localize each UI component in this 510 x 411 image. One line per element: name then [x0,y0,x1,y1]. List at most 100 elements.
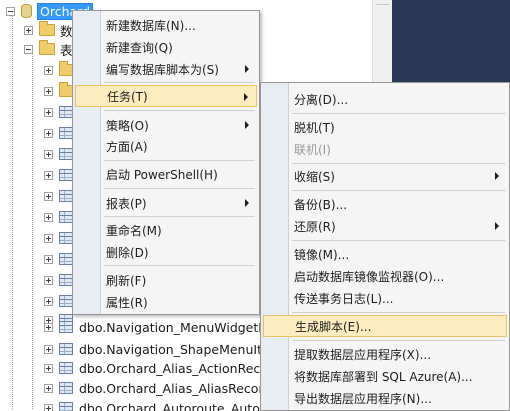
folder-icon [39,40,55,55]
expand-icon[interactable] [44,322,53,332]
menu-item-script-database-as[interactable]: 编写数据库脚本为(S) [75,58,257,80]
tree-label[interactable]: 数 [60,21,73,40]
tree-guide-line [12,14,13,409]
menu-item-policies[interactable]: 策略(O) [75,114,257,136]
context-menu: 新建数据库(N)... 新建查询(Q) 编写数据库脚本为(S) 任务(T) 策略… [72,10,260,315]
expand-icon[interactable] [44,233,53,243]
menu-item-new-query[interactable]: 新建查询(Q) [75,36,257,58]
menu-item-label: 任务(T) [107,89,148,104]
submenu-arrow-icon [245,121,249,129]
menu-separator [292,113,505,114]
table-name[interactable]: dbo.Navigation_MenuWidgetPa [79,320,273,335]
collapse-icon[interactable] [6,6,15,16]
menu-item-label: 重命名(M) [106,223,162,238]
table-icon [59,148,73,160]
menu-item-restore[interactable]: 还原(R) [263,215,507,237]
menu-item-label: 脱机(T) [294,120,335,135]
table-icon [59,402,73,411]
menu-separator [292,340,505,341]
expand-icon[interactable] [44,107,53,117]
tree-node-tables[interactable]: 表 [24,38,73,60]
menu-item-label: 将数据库部署到 SQL Azure(A)... [294,369,473,384]
menu-item-backup[interactable]: 备份(B)... [263,193,507,215]
menu-item-deploy-to-sql-azure[interactable]: 将数据库部署到 SQL Azure(A)... [263,365,507,387]
menu-item-launch-mirroring-monitor[interactable]: 启动数据库镜像监视器(O)... [263,265,507,287]
menu-item-new-database[interactable]: 新建数据库(N)... [75,14,257,36]
menu-separator [104,188,255,189]
expand-icon[interactable] [44,170,53,180]
menu-item-label: 提取数据层应用程序(X)... [294,347,432,362]
tasks-submenu: 分离(D)... 脱机(T) 联机(I) 收缩(S) 备份(B)... 还原(R… [260,82,510,411]
expand-icon[interactable] [44,128,53,138]
tree-label[interactable]: 表 [60,40,73,59]
menu-separator [292,190,505,191]
table-name[interactable]: dbo.Orchard_Alias_ActionReco [79,361,268,376]
menu-item-refresh[interactable]: 刷新(F) [75,269,257,291]
collapse-icon[interactable] [24,44,33,54]
menu-item-take-offline[interactable]: 脱机(T) [263,116,507,138]
expand-icon[interactable] [44,275,53,285]
menu-item-generate-scripts[interactable]: 生成脚本(E)... [263,315,507,337]
expand-icon[interactable] [44,86,53,96]
table-row[interactable]: dbo.Navigation_MenuWidgetPa [44,316,273,338]
table-row[interactable]: dbo.Orchard_Alias_ActionReco [44,357,268,379]
table-icon [59,106,73,118]
menu-separator [104,82,255,83]
menu-item-detach[interactable]: 分离(D)... [263,88,507,110]
expand-icon[interactable] [44,149,53,159]
table-icon [59,232,73,244]
expand-icon[interactable] [44,403,53,411]
expand-icon[interactable] [44,65,53,75]
menu-item-label: 备份(B)... [294,197,348,212]
menu-item-ship-transaction-logs[interactable]: 传送事务日志(L)... [263,287,507,309]
menu-item-label: 生成脚本(E)... [295,319,372,334]
table-icon [59,343,73,355]
database-icon [21,4,32,18]
tree-guide-line [32,52,33,409]
menu-separator [292,312,505,313]
table-icon [59,295,73,307]
submenu-arrow-icon [245,199,249,207]
expand-icon[interactable] [44,212,53,222]
menu-item-label: 启动 PowerShell(H) [106,167,218,182]
menu-item-start-powershell[interactable]: 启动 PowerShell(H) [75,163,257,185]
menu-item-shrink[interactable]: 收缩(S) [263,165,507,187]
menu-item-label: 新建查询(Q) [106,40,173,55]
menu-item-label: 编写数据库脚本为(S) [106,62,219,77]
table-icon [59,190,73,202]
menu-item-label: 新建数据库(N)... [106,18,196,33]
menu-item-label: 刷新(F) [106,273,147,288]
expand-icon[interactable] [44,296,53,306]
menu-item-label: 镜像(M)... [294,247,350,262]
expand-icon[interactable] [44,344,53,354]
menu-item-label: 报表(P) [106,196,147,211]
table-row[interactable]: dbo.Orchard_Autoroute_Autoro [44,397,272,411]
expand-icon[interactable] [44,383,53,393]
menu-item-label: 联机(I) [294,142,331,157]
submenu-arrow-icon [495,172,499,180]
table-row[interactable]: dbo.Orchard_Alias_AliasRecord [44,377,271,399]
menu-item-reports[interactable]: 报表(P) [75,192,257,214]
menu-separator [104,265,255,266]
menu-item-extract-data-tier-app[interactable]: 提取数据层应用程序(X)... [263,343,507,365]
table-name[interactable]: dbo.Orchard_Autoroute_Autoro [79,401,272,411]
expand-icon[interactable] [44,191,53,201]
table-name[interactable]: dbo.Navigation_ShapeMenuIte [79,342,270,357]
menu-item-mirror[interactable]: 镜像(M)... [263,243,507,265]
table-icon [59,382,73,394]
expand-icon[interactable] [44,254,53,264]
menu-item-bring-online[interactable]: 联机(I) [263,138,507,160]
scrollbar-thumb[interactable] [376,4,389,10]
menu-item-export-data-tier-app[interactable]: 导出数据层应用程序(N)... [263,387,507,409]
menu-item-tasks[interactable]: 任务(T) [75,85,257,107]
menu-item-properties[interactable]: 属性(R) [75,291,257,313]
expand-icon[interactable] [24,25,33,35]
menu-item-facets[interactable]: 方面(A) [75,135,257,157]
menu-item-label: 启动数据库镜像监视器(O)... [294,269,445,284]
menu-item-label: 分离(D)... [294,92,349,107]
menu-separator [104,160,255,161]
menu-item-delete[interactable]: 删除(D) [75,241,257,263]
menu-item-rename[interactable]: 重命名(M) [75,219,257,241]
expand-icon[interactable] [44,363,53,373]
table-name[interactable]: dbo.Orchard_Alias_AliasRecord [79,381,271,396]
